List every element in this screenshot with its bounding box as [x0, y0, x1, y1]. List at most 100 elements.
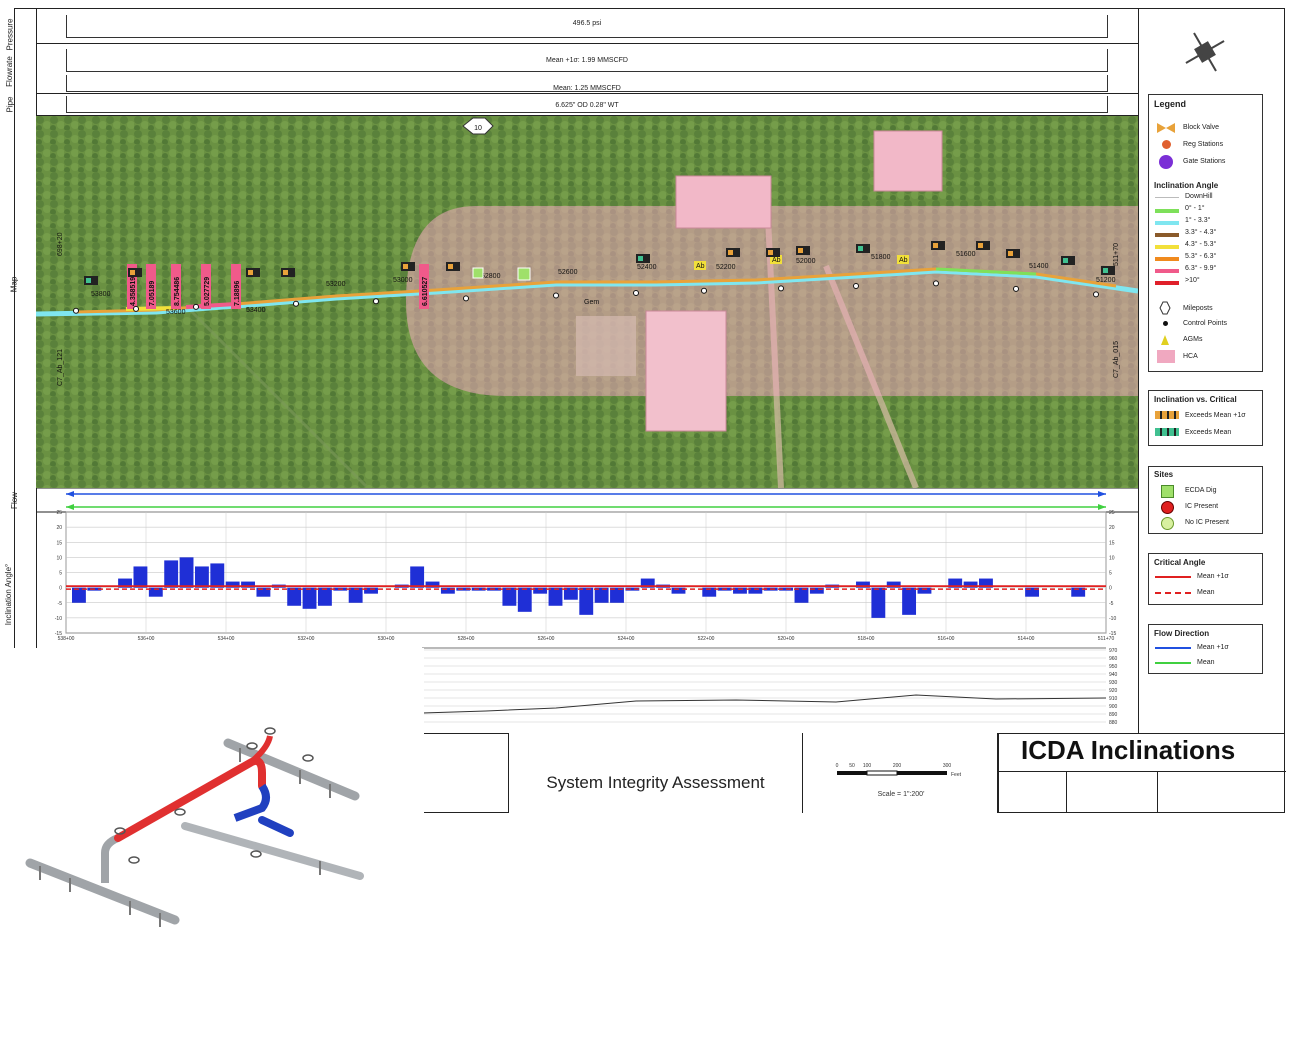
pressure-value: 496.5 psi — [572, 20, 602, 27]
inclination-bar — [548, 587, 563, 606]
elevation-tick-label: 960 — [1109, 656, 1118, 662]
x-axis-ticks: 538+00 536+00 534+00 532+00 530+00 528+00 526+… — [58, 636, 1115, 642]
inclination-tag: 7.18896 — [234, 281, 241, 306]
pipe-supports — [39, 748, 331, 927]
control-point — [193, 303, 199, 310]
inclination-tag: 6.610527 — [422, 277, 429, 306]
station-label: 52000 — [796, 258, 816, 265]
inclination-legend-item: 6.3° - 9.9° — [1185, 265, 1217, 272]
inclination-swatch — [1155, 209, 1179, 213]
inclination-legend-item: 5.3° - 6.3° — [1185, 253, 1217, 260]
inclination-legend-item: >10° — [1185, 277, 1200, 284]
inclination-angle-title: Inclination Angle — [1154, 181, 1219, 190]
flow-arrowhead — [66, 491, 74, 497]
x-tick-label: 532+00 — [298, 636, 315, 642]
x-tick-label: 530+00 — [378, 636, 395, 642]
inclination-swatch — [1155, 233, 1179, 237]
hca-swatch — [1157, 350, 1175, 363]
agm-marker-fill — [283, 270, 288, 275]
agm-marker-fill — [768, 250, 773, 255]
piping-3d-render — [25, 727, 364, 927]
elevation-tick-label: 970 — [1109, 648, 1118, 654]
control-point — [1093, 291, 1099, 298]
y-tick-label: -10 — [55, 616, 62, 622]
inclination-bar — [517, 587, 532, 612]
legend-control-points: Control Points — [1183, 320, 1227, 327]
x-tick-label: 534+00 — [218, 636, 235, 642]
inclination-swatch — [1155, 281, 1179, 285]
scale-cell: 0 50 100 200 300 Feet Scale = 1":200' — [803, 733, 998, 813]
ab-label: Ab — [696, 263, 705, 270]
legend-critical-mean-sigma: Mean +1σ — [1197, 573, 1229, 580]
left-id-label: C7_Ab_121 — [57, 349, 64, 386]
inclination-swatch — [1155, 257, 1179, 261]
pipe-value: 6.625" OD 0.28" WT — [555, 102, 619, 109]
legend-ecda-dig: ECDA Dig — [1185, 487, 1217, 494]
station-label: 51200 — [1096, 277, 1116, 284]
pipe-band: 6.625" OD 0.28" WT — [66, 96, 1108, 113]
station-label: 52600 — [558, 269, 578, 276]
station-label: 51800 — [871, 254, 891, 261]
legend-hca: HCA — [1183, 353, 1198, 360]
ic-present-icon — [1161, 501, 1174, 514]
right-station-label: 511+70 — [1113, 243, 1120, 266]
inclination-legend-item: DownHill — [1185, 193, 1213, 200]
flowrate-band-2: Mean: 1.25 MMSCFD — [66, 75, 1108, 92]
legend-block-valve: Block Valve — [1183, 124, 1220, 131]
station-label: 53600 — [166, 309, 186, 316]
header-pipe — [223, 738, 360, 801]
title-cell: ICDA Inclinations — [998, 733, 1286, 813]
inclination-bar — [794, 587, 809, 603]
inclination-bar — [871, 587, 886, 618]
hca-zone — [406, 206, 1138, 396]
elevation-tick-label: 900 — [1109, 704, 1118, 710]
mean-sigma-line-swatch — [1155, 576, 1191, 578]
elevation-tick-label: 930 — [1109, 680, 1118, 686]
legend-panel: Legend Block Valve Reg Stations Gate Sta… — [1148, 94, 1263, 372]
flow-mean-sigma-swatch — [1155, 647, 1191, 649]
agm-marker-fill — [86, 278, 91, 283]
pressure-label: Pressure — [5, 18, 15, 51]
x-tick-label: 526+00 — [538, 636, 555, 642]
legend-title: Legend — [1154, 99, 1187, 109]
flow-arrowhead — [1098, 504, 1106, 510]
control-point — [778, 285, 784, 292]
legend-flow-mean-sigma: Mean +1σ — [1197, 644, 1229, 651]
inclination-bar — [348, 587, 363, 603]
ab-label: Ab — [899, 257, 908, 264]
inclination-swatch — [1155, 245, 1179, 249]
flow-arrowhead — [66, 504, 74, 510]
valve-handwheels — [114, 727, 314, 864]
x-tick-label: 514+00 — [1018, 636, 1035, 642]
milepost-text: 10 — [474, 125, 482, 132]
elevation-tick-label: 920 — [1109, 688, 1118, 694]
station-label: 53200 — [326, 281, 346, 288]
control-point — [933, 280, 939, 287]
agm-marker-fill — [858, 246, 863, 251]
flowrate-band-1: Mean +1σ: 1.99 MMSCFD — [66, 49, 1108, 72]
block-valve-icon — [1157, 123, 1175, 133]
inclination-swatch — [1155, 221, 1179, 225]
building — [576, 316, 636, 376]
ecda-dig-marker — [517, 267, 531, 281]
scale-text: Scale = 1":200' — [878, 791, 925, 798]
scale-tick-label: 300 — [943, 763, 952, 769]
inclination-bar — [610, 587, 624, 603]
station-label: 53400 — [246, 307, 266, 314]
station-label: 53000 — [393, 277, 413, 284]
agm-marker-fill — [798, 248, 803, 253]
header-bands: 496.5 psi Mean +1σ: 1.99 MMSCFD Mean: 1.… — [36, 8, 1138, 116]
control-point — [293, 300, 299, 307]
elevation-profile-line — [421, 694, 1107, 714]
y-tick-label: 15 — [56, 540, 62, 546]
control-point-icon — [1163, 321, 1168, 326]
building — [645, 310, 727, 432]
map-label: Map — [9, 276, 19, 293]
inclination-swatch — [1155, 197, 1179, 198]
control-point — [553, 292, 559, 299]
legend-flow-mean: Mean — [1197, 659, 1215, 666]
flowrate-mean-sigma: Mean +1σ: 1.99 MMSCFD — [546, 57, 628, 64]
agm-marker-fill — [638, 256, 643, 261]
aerial-map[interactable]: 10 Gem 698+20 C7_Ab_121 511+70 C7_Ab_015… — [36, 116, 1138, 488]
building — [675, 175, 772, 229]
